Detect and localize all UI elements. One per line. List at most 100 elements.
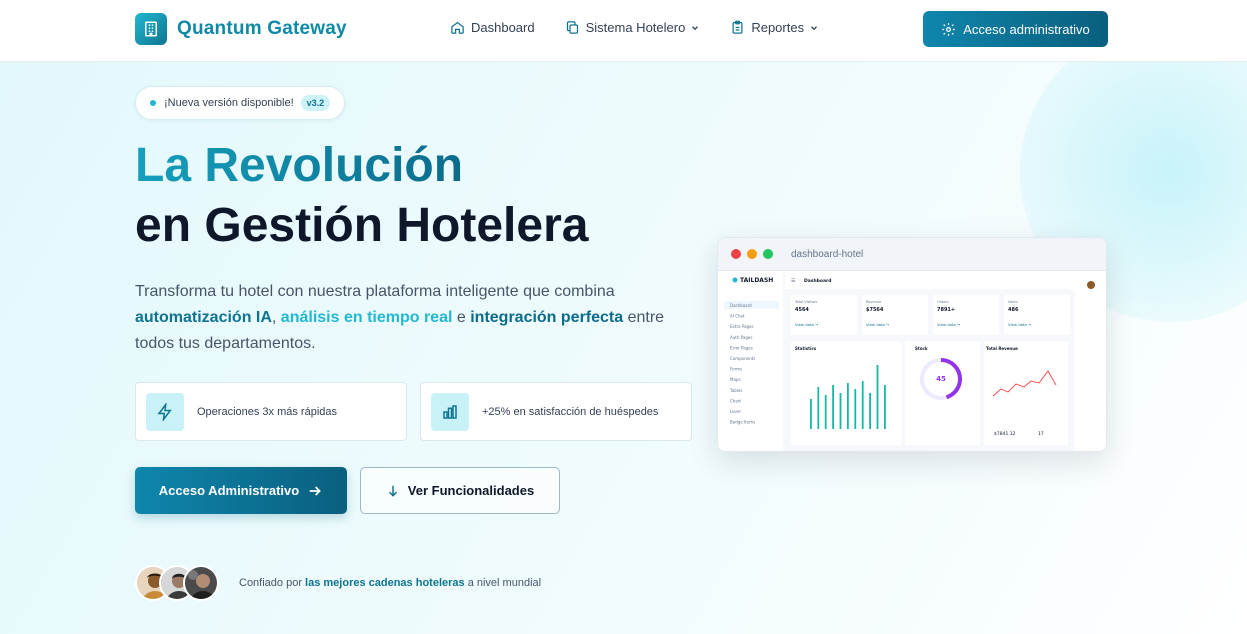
mini-view-link: View data → <box>1008 322 1031 327</box>
mini-bar <box>817 387 820 429</box>
app-logo-icon <box>732 277 738 283</box>
mini-sidebar-item: Badge Items <box>730 420 755 425</box>
dashboard-thumbnail: TAILDASH Dashboard AI Chat Extra Pages Auth… <box>718 271 1106 451</box>
mini-stat-label: Total Visitors <box>794 300 817 304</box>
mini-stat-label: Orders <box>937 300 949 304</box>
mini-view-link: View data → <box>795 322 818 327</box>
mini-bar <box>847 383 849 429</box>
trust-section: Confiado por las mejores cadenas hoteler… <box>135 565 541 601</box>
admin-access-button[interactable]: Acceso administrativo <box>923 11 1108 47</box>
desc-highlight-ai: automatización IA <box>135 309 272 326</box>
user-avatar <box>1087 281 1095 289</box>
gauge-value: 45 <box>936 375 946 383</box>
trust-prefix: Confiado por <box>239 577 306 589</box>
panel-title-stock: Stock <box>915 346 928 351</box>
desc-separator: , <box>271 309 281 326</box>
mini-stat-value: 7891+ <box>937 307 955 313</box>
minimize-dot-icon <box>747 249 757 259</box>
menu-icon: ☰ <box>791 278 796 284</box>
trust-highlight: las mejores cadenas hoteleras <box>305 577 465 589</box>
brand[interactable]: Quantum Gateway <box>135 13 347 45</box>
cta-label: Ver Funcionalidades <box>407 483 535 498</box>
mini-stat-value: $7564 <box>866 307 884 313</box>
clipboard-icon <box>730 20 745 35</box>
cta-label: Acceso Administrativo <box>158 483 300 498</box>
revenue-value: $7841.12 <box>994 431 1016 437</box>
view-features-button[interactable]: Ver Funcionalidades <box>360 467 560 514</box>
badge-text: ¡Nueva versión disponible! <box>164 97 294 109</box>
mini-sidebar-item: Chart <box>730 398 741 403</box>
building-icon <box>135 13 167 45</box>
desc-text: Transforma tu hotel con nuestra platafor… <box>135 283 615 300</box>
mini-bar <box>824 395 827 429</box>
app-name: TAILDASH <box>740 277 773 284</box>
mini-view-link: View data → <box>937 322 960 327</box>
main-nav: Dashboard Sistema Hotelero Reportes <box>450 20 849 35</box>
mini-bar <box>839 393 842 429</box>
hero-description: Transforma tu hotel con nuestra platafor… <box>135 279 695 357</box>
bar-chart-icon <box>431 392 469 431</box>
mini-stat-label: Revenue <box>866 300 881 304</box>
hero-title-line2: en Gestión Hotelera <box>135 199 589 252</box>
chevron-down-icon <box>690 23 700 33</box>
mini-bar <box>810 399 812 429</box>
mini-sidebar-item: Maps <box>730 377 741 382</box>
maximize-dot-icon <box>763 249 773 259</box>
nav-reportes[interactable]: Reportes <box>730 20 819 35</box>
mini-sidebar-item: Level <box>730 409 741 414</box>
desc-separator: e <box>452 309 471 326</box>
dashboard-heading: Dashboard <box>804 278 831 284</box>
nav-reportes-label: Reportes <box>751 20 805 35</box>
mini-bar <box>832 385 834 429</box>
window-title: dashboard-hotel <box>791 248 864 260</box>
arrow-right-icon <box>307 483 323 499</box>
mini-bar <box>884 385 886 429</box>
close-dot-icon <box>731 249 741 259</box>
mini-sidebar-item: Components <box>730 356 755 361</box>
mini-bar <box>869 393 871 429</box>
mini-bar <box>861 381 864 429</box>
nav-sistema-hotelero[interactable]: Sistema Hotelero <box>565 20 701 35</box>
nav-dashboard[interactable]: Dashboard <box>450 20 535 35</box>
mini-sidebar-item: Error Pages <box>730 345 753 350</box>
status-dot <box>150 100 156 106</box>
trust-text: Confiado por las mejores cadenas hoteler… <box>239 577 541 589</box>
feature-card-satisfaction: +25% en satisfacción de huéspedes <box>420 382 692 441</box>
arrow-down-icon <box>386 483 400 499</box>
panel-title-statistics: Statistics <box>795 346 817 351</box>
top-navbar: Quantum Gateway Dashboard Sistema Hotele… <box>0 0 1247 62</box>
admin-access-cta-button[interactable]: Acceso Administrativo <box>135 467 347 514</box>
mini-bar <box>854 389 857 429</box>
mini-sidebar-item: Tables <box>729 388 742 393</box>
hero-section: ¡Nueva versión disponible! v3.2 La Revol… <box>0 62 1247 634</box>
hero-title-line1: La Revolución <box>135 139 464 192</box>
mini-sidebar-item: Auth Pages <box>730 335 752 340</box>
mini-stat-value: 486 <box>1008 307 1019 313</box>
mini-stat-value: 4564 <box>795 307 809 313</box>
nav-dashboard-label: Dashboard <box>471 20 535 35</box>
desc-highlight-analytics: análisis en tiempo real <box>280 309 453 326</box>
chevron-down-icon <box>809 23 819 33</box>
avatar <box>183 565 219 601</box>
home-icon <box>450 20 465 35</box>
mini-view-link: View data → <box>866 322 889 327</box>
mini-sidebar-item: Forms <box>730 367 742 372</box>
panel-title-revenue: Total Revenue <box>986 346 1018 351</box>
copy-icon <box>565 20 580 35</box>
feature-text: +25% en satisfacción de huéspedes <box>482 405 659 418</box>
mini-sidebar-item: AI Chat <box>730 314 745 319</box>
new-version-badge[interactable]: ¡Nueva versión disponible! v3.2 <box>135 86 346 120</box>
window-titlebar: dashboard-hotel <box>718 238 1106 271</box>
mini-sidebar-item: Dashboard <box>730 303 752 308</box>
feature-text: Operaciones 3x más rápidas <box>197 405 338 418</box>
revenue-count: 17 <box>1038 431 1044 437</box>
mini-bar <box>876 365 879 429</box>
desc-highlight-integration: integración perfecta <box>470 309 624 326</box>
dashboard-preview: dashboard-hotel TAILDASH Dashboard AI Cha… <box>717 237 1107 452</box>
feature-card-speed: Operaciones 3x más rápidas <box>135 382 407 441</box>
mini-stat-label: Users <box>1008 300 1018 304</box>
admin-access-label: Acceso administrativo <box>963 21 1090 37</box>
trust-suffix: a nivel mundial <box>464 577 542 589</box>
nav-sistema-label: Sistema Hotelero <box>585 20 686 35</box>
lightning-icon <box>146 392 184 431</box>
